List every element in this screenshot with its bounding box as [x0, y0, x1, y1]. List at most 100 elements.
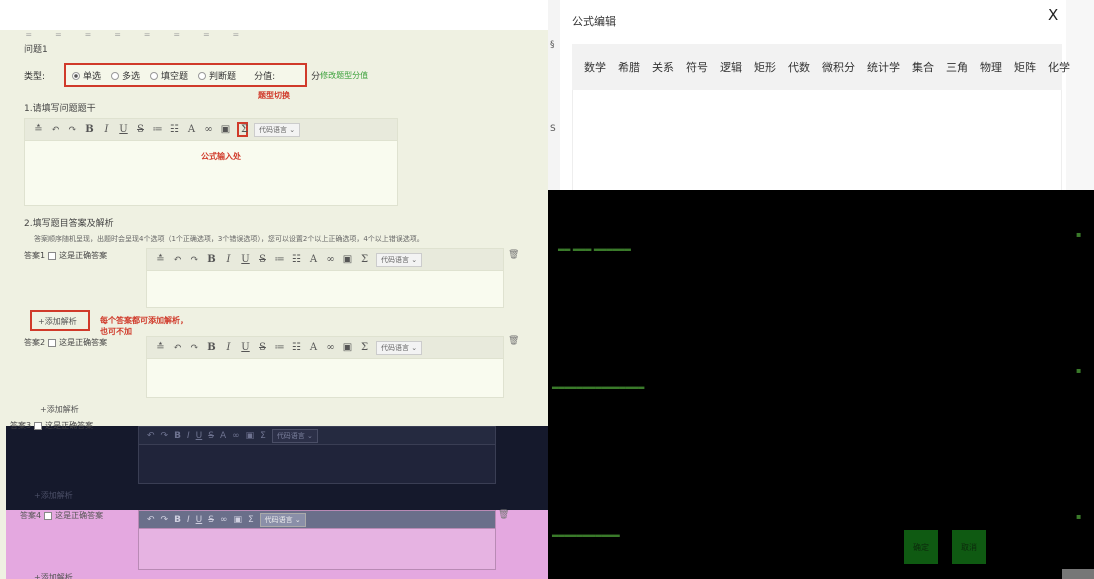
undo-icon[interactable]: ↶	[147, 515, 155, 525]
redo-icon[interactable]: ↷	[161, 431, 169, 441]
correct-checkbox[interactable]	[34, 421, 43, 430]
strikethrough-icon[interactable]: S	[257, 254, 268, 265]
score-input[interactable]	[285, 70, 299, 80]
tab-greek[interactable]: 希腊	[612, 59, 646, 75]
underline-icon[interactable]: U	[240, 342, 251, 353]
tab-algebra[interactable]: 代数	[782, 59, 816, 75]
code-language-select[interactable]: 代码语言 ⌄	[271, 428, 318, 443]
add-parse-link-2[interactable]: +添加解析	[40, 404, 79, 415]
type-option-fill[interactable]: 填空题	[150, 69, 188, 82]
tab-math[interactable]: 数学	[578, 59, 612, 75]
image-icon[interactable]: ▣	[233, 515, 242, 525]
italic-icon[interactable]: I	[101, 124, 112, 135]
tab-set[interactable]: 集合	[906, 59, 940, 75]
formula-sigma-icon[interactable]: Σ	[359, 342, 370, 353]
formula-sigma-icon[interactable]: Σ	[237, 122, 248, 137]
code-language-select[interactable]: 代码语言 ⌄	[259, 512, 306, 527]
link-icon[interactable]: ∞	[325, 254, 336, 265]
tab-relation[interactable]: 关系	[646, 59, 680, 75]
tab-physics[interactable]: 物理	[974, 59, 1008, 75]
image-icon[interactable]: ▣	[220, 124, 231, 135]
bold-icon[interactable]: B	[206, 254, 217, 265]
add-parse-link-3[interactable]: +添加解析	[34, 490, 73, 501]
format-brush-icon[interactable]: ≛	[33, 124, 44, 135]
ordered-list-icon[interactable]: ≔	[274, 254, 285, 265]
bold-icon[interactable]: B	[206, 342, 217, 353]
correct-checkbox[interactable]	[48, 251, 57, 260]
font-size-icon[interactable]: A	[220, 431, 226, 441]
code-language-select[interactable]: 代码语言 ⌄	[254, 122, 301, 137]
tab-logic[interactable]: 逻辑	[714, 59, 748, 75]
cancel-button[interactable]: 取消	[952, 530, 986, 564]
font-size-icon[interactable]: A	[308, 254, 319, 265]
image-icon[interactable]: ▣	[342, 342, 353, 353]
strikethrough-icon[interactable]: S	[208, 515, 214, 525]
formula-sigma-icon[interactable]: Σ	[248, 515, 254, 525]
italic-icon[interactable]: I	[223, 254, 234, 265]
modify-score-link[interactable]: 修改题型分值	[320, 70, 368, 81]
redo-icon[interactable]: ↷	[189, 254, 200, 265]
unordered-list-icon[interactable]: ☷	[169, 124, 180, 135]
redo-icon[interactable]: ↷	[189, 342, 200, 353]
italic-icon[interactable]: I	[187, 431, 190, 441]
bold-icon[interactable]: B	[174, 515, 181, 525]
tab-trig[interactable]: 三角	[940, 59, 974, 75]
trash-icon[interactable]: 🗑	[508, 336, 519, 346]
format-brush-icon[interactable]: ≛	[155, 254, 166, 265]
undo-icon[interactable]: ↶	[147, 431, 155, 441]
formula-sigma-icon[interactable]: Σ	[260, 431, 266, 441]
ordered-list-icon[interactable]: ≔	[274, 342, 285, 353]
code-language-select[interactable]: 代码语言 ⌄	[376, 340, 423, 355]
ordered-list-icon[interactable]: ≔	[152, 124, 163, 135]
unordered-list-icon[interactable]: ☷	[291, 254, 302, 265]
trash-icon[interactable]: 🗑	[508, 250, 519, 260]
tab-statistics[interactable]: 统计学	[861, 59, 906, 75]
underline-icon[interactable]: U	[196, 431, 203, 441]
tab-matrix[interactable]: 矩阵	[1008, 59, 1042, 75]
link-icon[interactable]: ∞	[203, 124, 214, 135]
font-size-icon[interactable]: A	[308, 342, 319, 353]
unordered-list-icon[interactable]: ☷	[291, 342, 302, 353]
format-brush-icon[interactable]: ≛	[155, 342, 166, 353]
link-icon[interactable]: ∞	[325, 342, 336, 353]
tab-chemistry[interactable]: 化学	[1042, 59, 1076, 75]
type-option-multi[interactable]: 多选	[111, 69, 140, 82]
strikethrough-icon[interactable]: S	[257, 342, 268, 353]
undo-icon[interactable]: ↶	[172, 254, 183, 265]
bold-icon[interactable]: B	[174, 431, 181, 441]
bold-icon[interactable]: B	[84, 124, 95, 135]
underline-icon[interactable]: U	[118, 124, 129, 135]
italic-icon[interactable]: I	[187, 515, 190, 525]
strikethrough-icon[interactable]: S	[208, 431, 214, 441]
tab-symbol[interactable]: 符号	[680, 59, 714, 75]
underline-icon[interactable]: U	[196, 515, 203, 525]
tab-rectangle[interactable]: 矩形	[748, 59, 782, 75]
link-icon[interactable]: ∞	[220, 515, 228, 525]
formula-sigma-icon[interactable]: Σ	[359, 254, 370, 265]
italic-icon[interactable]: I	[223, 342, 234, 353]
glitch-fragment: ▂▂ ▂▂▂ ▂▂▂▂▂▂	[558, 242, 631, 251]
add-parse-link-1[interactable]: +添加解析	[38, 316, 77, 327]
correct-checkbox[interactable]	[44, 511, 53, 520]
font-size-icon[interactable]: A	[186, 124, 197, 135]
trash-icon[interactable]: 🗑	[498, 510, 509, 520]
link-icon[interactable]: ∞	[232, 431, 240, 441]
confirm-button[interactable]: 确定	[904, 530, 938, 564]
answer2-editor: ≛ ↶ ↷ B I U S ≔ ☷ A ∞ ▣ Σ 代码语言 ⌄	[146, 336, 504, 398]
type-option-judge[interactable]: 判断题	[198, 69, 236, 82]
underline-icon[interactable]: U	[240, 254, 251, 265]
add-parse-link-4[interactable]: +添加解析	[34, 572, 73, 579]
strikethrough-icon[interactable]: S	[135, 124, 146, 135]
undo-icon[interactable]: ↶	[172, 342, 183, 353]
tab-calculus[interactable]: 微积分	[816, 59, 861, 75]
redo-icon[interactable]: ↷	[67, 124, 78, 135]
close-icon[interactable]: X	[1048, 6, 1058, 24]
redo-icon[interactable]: ↷	[161, 515, 169, 525]
answer1-toolbar: ≛ ↶ ↷ B I U S ≔ ☷ A ∞ ▣ Σ 代码语言 ⌄	[147, 249, 503, 271]
type-option-single[interactable]: 单选	[72, 69, 101, 82]
correct-checkbox[interactable]	[48, 338, 57, 347]
image-icon[interactable]: ▣	[246, 431, 255, 441]
undo-icon[interactable]: ↶	[50, 124, 61, 135]
image-icon[interactable]: ▣	[342, 254, 353, 265]
code-language-select[interactable]: 代码语言 ⌄	[376, 252, 423, 267]
